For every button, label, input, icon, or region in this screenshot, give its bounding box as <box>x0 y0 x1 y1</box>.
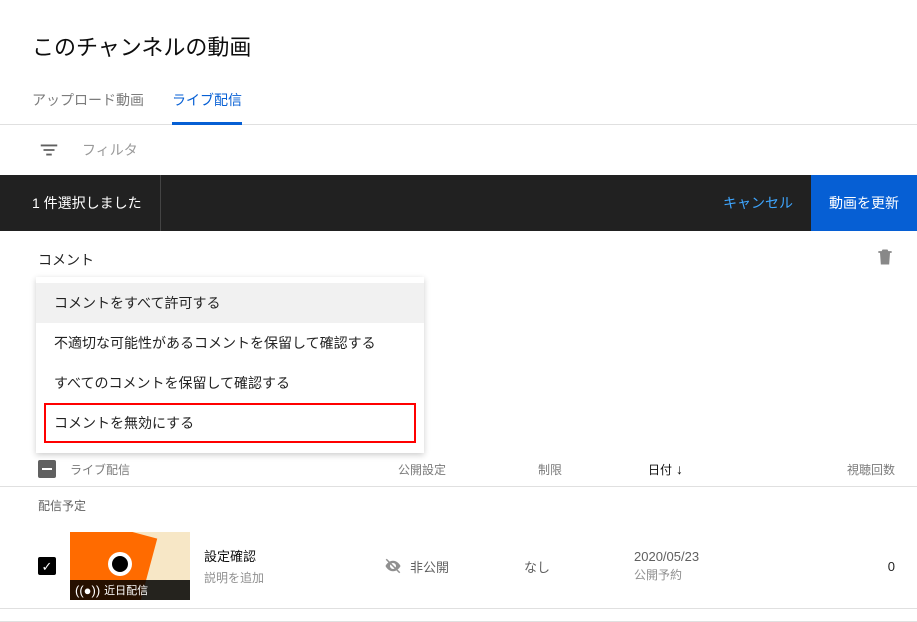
selection-separator <box>160 175 161 231</box>
filter-icon[interactable] <box>38 139 60 161</box>
col-views[interactable]: 視聴回数 <box>847 461 895 478</box>
selection-bar: 1 件選択しました キャンセル 動画を更新 <box>0 175 917 231</box>
video-thumbnail[interactable]: ((●)) 近日配信 <box>70 532 190 600</box>
col-date-label: 日付 <box>648 461 672 478</box>
visibility-text: 非公開 <box>410 557 449 576</box>
dropdown-allow-all[interactable]: コメントをすべて許可する <box>36 283 424 323</box>
date-sub: 公開予約 <box>634 566 774 583</box>
trash-icon[interactable] <box>875 247 895 272</box>
filter-placeholder[interactable]: フィルタ <box>82 140 138 160</box>
video-title[interactable]: 設定確認 <box>204 546 384 565</box>
filter-row: フィルタ <box>0 125 917 175</box>
selection-count: 1 件選択しました <box>32 193 142 213</box>
cancel-button[interactable]: キャンセル <box>705 183 811 223</box>
table-row[interactable]: ((●)) 近日配信 設定確認 説明を追加 非公開 なし 2020/05/23 … <box>0 524 917 609</box>
col-stream[interactable]: ライブ配信 <box>70 461 398 478</box>
date-cell: 2020/05/23 公開予約 <box>634 549 774 583</box>
dropdown-disable[interactable]: コメントを無効にする <box>44 403 416 443</box>
thumbnail-badge: ((●)) 近日配信 <box>70 580 190 600</box>
col-date[interactable]: 日付 ↓ <box>648 461 788 478</box>
table-header: ライブ配信 公開設定 制限 日付 ↓ 視聴回数 <box>0 452 917 487</box>
badge-text: 近日配信 <box>104 582 148 598</box>
page-title: このチャンネルの動画 <box>0 0 917 80</box>
comment-section: コメント コメントをすべて許可する 不適切な可能性があるコメントを保留して確認す… <box>0 231 917 288</box>
row-checkbox[interactable] <box>38 557 56 575</box>
visibility-icon <box>384 557 402 575</box>
broadcast-icon: ((●)) <box>75 583 100 598</box>
col-restriction[interactable]: 制限 <box>538 461 648 478</box>
video-meta: 設定確認 説明を追加 <box>204 546 384 586</box>
col-visibility[interactable]: 公開設定 <box>398 461 538 478</box>
dropdown-hold-all[interactable]: すべてのコメントを保留して確認する <box>36 363 424 403</box>
dropdown-hold-inappropriate[interactable]: 不適切な可能性があるコメントを保留して確認する <box>36 323 424 363</box>
comment-label: コメント <box>38 250 94 270</box>
views-cell: 0 <box>888 559 895 574</box>
tab-live[interactable]: ライブ配信 <box>172 80 242 125</box>
video-description[interactable]: 説明を追加 <box>204 569 384 586</box>
restriction-cell: なし <box>524 557 634 576</box>
tabs: アップロード動画 ライブ配信 <box>0 80 917 125</box>
tab-uploads[interactable]: アップロード動画 <box>32 80 144 124</box>
update-button[interactable]: 動画を更新 <box>811 175 917 231</box>
visibility-cell: 非公開 <box>384 557 524 576</box>
sort-desc-icon: ↓ <box>676 461 683 477</box>
select-all-checkbox[interactable] <box>38 460 56 478</box>
date-text: 2020/05/23 <box>634 549 774 564</box>
group-scheduled: 配信予定 <box>0 487 917 524</box>
comment-dropdown: コメントをすべて許可する 不適切な可能性があるコメントを保留して確認する すべて… <box>36 277 424 453</box>
